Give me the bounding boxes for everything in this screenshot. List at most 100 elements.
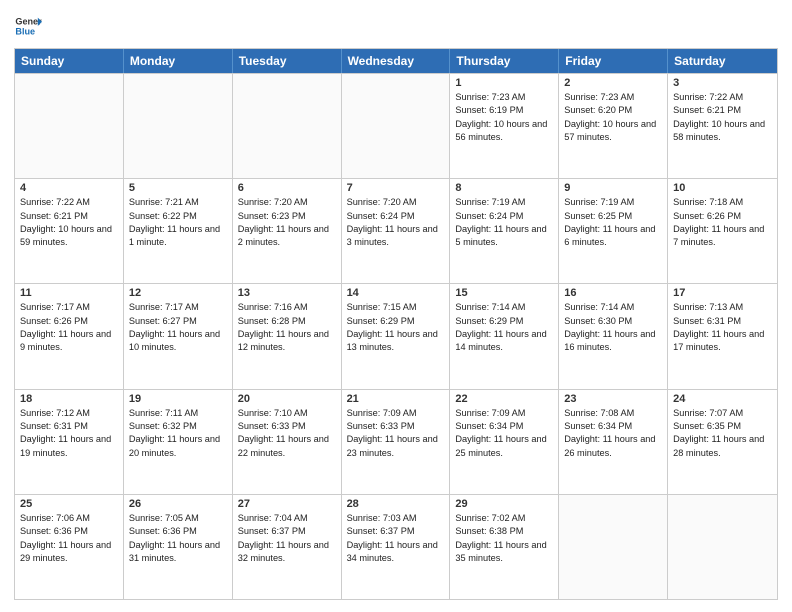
day-number: 12 (129, 287, 227, 299)
day-cell-empty (15, 74, 124, 178)
day-number: 8 (455, 182, 553, 194)
sun-info: Sunrise: 7:20 AMSunset: 6:24 PMDaylight:… (347, 196, 445, 249)
sun-info: Sunrise: 7:23 AMSunset: 6:20 PMDaylight:… (564, 91, 662, 144)
svg-text:Blue: Blue (15, 26, 35, 36)
day-cell-empty (668, 495, 777, 599)
sun-info: Sunrise: 7:19 AMSunset: 6:24 PMDaylight:… (455, 196, 553, 249)
day-number: 6 (238, 182, 336, 194)
day-cell-12: 12 Sunrise: 7:17 AMSunset: 6:27 PMDayligh… (124, 284, 233, 388)
sun-info: Sunrise: 7:17 AMSunset: 6:27 PMDaylight:… (129, 301, 227, 354)
sun-info: Sunrise: 7:06 AMSunset: 6:36 PMDaylight:… (20, 512, 118, 565)
day-header-thursday: Thursday (450, 49, 559, 73)
sun-info: Sunrise: 7:11 AMSunset: 6:32 PMDaylight:… (129, 407, 227, 460)
day-cell-empty (342, 74, 451, 178)
sun-info: Sunrise: 7:13 AMSunset: 6:31 PMDaylight:… (673, 301, 772, 354)
day-number: 1 (455, 77, 553, 89)
logo: General Blue (14, 12, 42, 40)
day-cell-24: 24 Sunrise: 7:07 AMSunset: 6:35 PMDayligh… (668, 390, 777, 494)
logo-icon: General Blue (14, 12, 42, 40)
day-number: 9 (564, 182, 662, 194)
calendar-body: 1 Sunrise: 7:23 AMSunset: 6:19 PMDaylight… (15, 73, 777, 599)
day-cell-22: 22 Sunrise: 7:09 AMSunset: 6:34 PMDayligh… (450, 390, 559, 494)
sun-info: Sunrise: 7:14 AMSunset: 6:30 PMDaylight:… (564, 301, 662, 354)
day-number: 5 (129, 182, 227, 194)
day-cell-1: 1 Sunrise: 7:23 AMSunset: 6:19 PMDaylight… (450, 74, 559, 178)
sun-info: Sunrise: 7:18 AMSunset: 6:26 PMDaylight:… (673, 196, 772, 249)
day-cell-5: 5 Sunrise: 7:21 AMSunset: 6:22 PMDaylight… (124, 179, 233, 283)
page-header: General Blue (14, 12, 778, 40)
day-cell-19: 19 Sunrise: 7:11 AMSunset: 6:32 PMDayligh… (124, 390, 233, 494)
sun-info: Sunrise: 7:23 AMSunset: 6:19 PMDaylight:… (455, 91, 553, 144)
day-cell-4: 4 Sunrise: 7:22 AMSunset: 6:21 PMDaylight… (15, 179, 124, 283)
day-cell-empty (559, 495, 668, 599)
sun-info: Sunrise: 7:04 AMSunset: 6:37 PMDaylight:… (238, 512, 336, 565)
day-number: 28 (347, 498, 445, 510)
day-cell-29: 29 Sunrise: 7:02 AMSunset: 6:38 PMDayligh… (450, 495, 559, 599)
sun-info: Sunrise: 7:17 AMSunset: 6:26 PMDaylight:… (20, 301, 118, 354)
day-number: 24 (673, 393, 772, 405)
day-cell-11: 11 Sunrise: 7:17 AMSunset: 6:26 PMDayligh… (15, 284, 124, 388)
sun-info: Sunrise: 7:09 AMSunset: 6:33 PMDaylight:… (347, 407, 445, 460)
calendar-header: SundayMondayTuesdayWednesdayThursdayFrid… (15, 49, 777, 73)
day-number: 13 (238, 287, 336, 299)
sun-info: Sunrise: 7:02 AMSunset: 6:38 PMDaylight:… (455, 512, 553, 565)
day-header-tuesday: Tuesday (233, 49, 342, 73)
day-cell-18: 18Sunrise: 7:12 AMSunset: 6:31 PMDayligh… (15, 390, 124, 494)
sun-info: Sunrise: 7:20 AMSunset: 6:23 PMDaylight:… (238, 196, 336, 249)
sun-info: Sunrise: 7:14 AMSunset: 6:29 PMDaylight:… (455, 301, 553, 354)
day-number: 2 (564, 77, 662, 89)
day-cell-23: 23 Sunrise: 7:08 AMSunset: 6:34 PMDayligh… (559, 390, 668, 494)
day-number: 14 (347, 287, 445, 299)
sun-info: Sunrise: 7:22 AMSunset: 6:21 PMDaylight:… (673, 91, 772, 144)
day-number: 23 (564, 393, 662, 405)
day-cell-13: 13Sunrise: 7:16 AMSunset: 6:28 PMDayligh… (233, 284, 342, 388)
day-cell-3: 3 Sunrise: 7:22 AMSunset: 6:21 PMDaylight… (668, 74, 777, 178)
day-cell-10: 10 Sunrise: 7:18 AMSunset: 6:26 PMDayligh… (668, 179, 777, 283)
day-number: 15 (455, 287, 553, 299)
day-cell-17: 17 Sunrise: 7:13 AMSunset: 6:31 PMDayligh… (668, 284, 777, 388)
day-number: 21 (347, 393, 445, 405)
day-cell-empty (233, 74, 342, 178)
day-cell-27: 27Sunrise: 7:04 AMSunset: 6:37 PMDayligh… (233, 495, 342, 599)
day-number: 3 (673, 77, 772, 89)
sun-info: Sunrise: 7:05 AMSunset: 6:36 PMDaylight:… (129, 512, 227, 565)
day-number: 25 (20, 498, 118, 510)
day-number: 11 (20, 287, 118, 299)
sun-info: Sunrise: 7:08 AMSunset: 6:34 PMDaylight:… (564, 407, 662, 460)
day-cell-15: 15 Sunrise: 7:14 AMSunset: 6:29 PMDayligh… (450, 284, 559, 388)
day-number: 29 (455, 498, 553, 510)
sun-info: Sunrise: 7:22 AMSunset: 6:21 PMDaylight:… (20, 196, 118, 249)
day-cell-6: 6 Sunrise: 7:20 AMSunset: 6:23 PMDaylight… (233, 179, 342, 283)
sun-info: Sunrise: 7:12 AMSunset: 6:31 PMDaylight:… (20, 407, 118, 460)
day-number: 10 (673, 182, 772, 194)
sun-info: Sunrise: 7:03 AMSunset: 6:37 PMDaylight:… (347, 512, 445, 565)
day-cell-14: 14 Sunrise: 7:15 AMSunset: 6:29 PMDayligh… (342, 284, 451, 388)
day-cell-20: 20 Sunrise: 7:10 AMSunset: 6:33 PMDayligh… (233, 390, 342, 494)
sun-info: Sunrise: 7:15 AMSunset: 6:29 PMDaylight:… (347, 301, 445, 354)
day-number: 4 (20, 182, 118, 194)
calendar-row-3: 18Sunrise: 7:12 AMSunset: 6:31 PMDayligh… (15, 389, 777, 494)
sun-info: Sunrise: 7:07 AMSunset: 6:35 PMDaylight:… (673, 407, 772, 460)
day-header-friday: Friday (559, 49, 668, 73)
day-number: 17 (673, 287, 772, 299)
day-cell-28: 28 Sunrise: 7:03 AMSunset: 6:37 PMDayligh… (342, 495, 451, 599)
day-number: 22 (455, 393, 553, 405)
sun-info: Sunrise: 7:19 AMSunset: 6:25 PMDaylight:… (564, 196, 662, 249)
day-header-sunday: Sunday (15, 49, 124, 73)
sun-info: Sunrise: 7:09 AMSunset: 6:34 PMDaylight:… (455, 407, 553, 460)
sun-info: Sunrise: 7:21 AMSunset: 6:22 PMDaylight:… (129, 196, 227, 249)
day-number: 7 (347, 182, 445, 194)
calendar-row-4: 25 Sunrise: 7:06 AMSunset: 6:36 PMDayligh… (15, 494, 777, 599)
day-cell-16: 16Sunrise: 7:14 AMSunset: 6:30 PMDayligh… (559, 284, 668, 388)
day-cell-2: 2 Sunrise: 7:23 AMSunset: 6:20 PMDaylight… (559, 74, 668, 178)
calendar-row-1: 4 Sunrise: 7:22 AMSunset: 6:21 PMDaylight… (15, 178, 777, 283)
day-header-wednesday: Wednesday (342, 49, 451, 73)
day-cell-25: 25 Sunrise: 7:06 AMSunset: 6:36 PMDayligh… (15, 495, 124, 599)
sun-info: Sunrise: 7:10 AMSunset: 6:33 PMDaylight:… (238, 407, 336, 460)
calendar-row-0: 1 Sunrise: 7:23 AMSunset: 6:19 PMDaylight… (15, 73, 777, 178)
day-cell-9: 9 Sunrise: 7:19 AMSunset: 6:25 PMDaylight… (559, 179, 668, 283)
day-number: 20 (238, 393, 336, 405)
day-cell-21: 21 Sunrise: 7:09 AMSunset: 6:33 PMDayligh… (342, 390, 451, 494)
day-cell-7: 7 Sunrise: 7:20 AMSunset: 6:24 PMDaylight… (342, 179, 451, 283)
day-number: 19 (129, 393, 227, 405)
